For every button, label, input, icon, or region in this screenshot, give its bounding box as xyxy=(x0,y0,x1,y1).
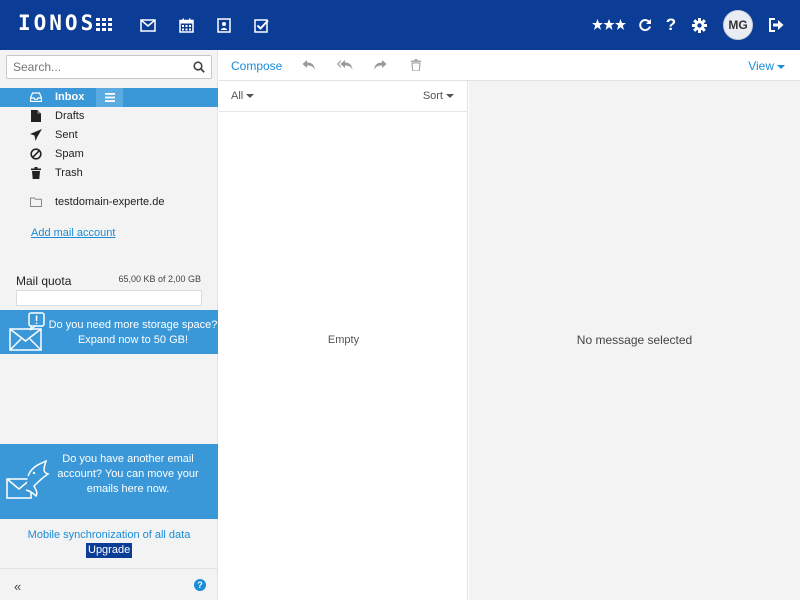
tasks-icon[interactable] xyxy=(251,15,271,35)
view-dropdown-label: View xyxy=(748,59,774,73)
empty-list-message: Empty xyxy=(327,334,360,346)
inbox-icon xyxy=(30,91,42,103)
view-dropdown[interactable]: View xyxy=(748,59,785,73)
folder-label: Sent xyxy=(55,129,78,141)
folder-spam[interactable]: Spam xyxy=(0,145,218,164)
help-circle-icon[interactable]: ? xyxy=(194,579,206,591)
apps-grid-icon[interactable] xyxy=(94,15,114,35)
collapse-sidebar-icon[interactable]: « xyxy=(14,579,21,594)
filter-dropdown[interactable]: All xyxy=(231,90,255,102)
reply-all-icon[interactable] xyxy=(337,59,353,71)
mail-quota-value: 65,00 KB of 2,00 GB xyxy=(118,274,201,284)
no-message-selected-text: No message selected xyxy=(576,333,693,347)
storage-upgrade-banner[interactable]: Do you need more storage space? Expand n… xyxy=(0,310,218,354)
email-move-text: Do you have another email account? You c… xyxy=(57,453,199,495)
mail-toolbar: Compose View xyxy=(219,50,800,81)
delete-icon[interactable] xyxy=(411,59,425,72)
folder-inbox[interactable]: Inbox xyxy=(0,88,218,107)
top-navigation-bar: IONOS ? MG xyxy=(0,0,800,50)
calendar-icon[interactable] xyxy=(176,15,196,35)
sidebar-footer: « ? xyxy=(0,568,218,600)
folder-menu-button[interactable] xyxy=(96,88,123,107)
mobile-sync-text[interactable]: Mobile synchronization of all data xyxy=(0,529,218,541)
chevron-down-icon xyxy=(777,64,785,69)
folder-label: Inbox xyxy=(55,91,85,103)
stars-icon[interactable] xyxy=(592,15,626,35)
settings-icon[interactable] xyxy=(689,15,709,35)
sort-dropdown[interactable]: Sort xyxy=(423,90,454,102)
reading-pane: No message selected xyxy=(469,81,800,600)
message-list-pane: All Sort Empty xyxy=(219,81,468,600)
storage-upgrade-text: Do you need more storage space? Expand n… xyxy=(48,319,218,346)
mail-icon[interactable] xyxy=(138,15,158,35)
ionos-logo[interactable]: IONOS xyxy=(18,11,96,35)
folder-drafts[interactable]: Drafts xyxy=(0,107,218,126)
bird-envelope-icon xyxy=(6,459,50,503)
sort-dropdown-label: Sort xyxy=(422,90,443,102)
trash-icon xyxy=(30,167,42,179)
folder-icon xyxy=(30,196,42,208)
logout-icon[interactable] xyxy=(766,15,786,35)
search-input[interactable] xyxy=(7,56,187,78)
account-folder-label: testdomain-experte.de xyxy=(55,196,165,208)
folder-label: Spam xyxy=(55,148,84,160)
mail-quota-label: Mail quota xyxy=(16,274,72,288)
folder-label: Drafts xyxy=(55,110,85,122)
refresh-icon[interactable] xyxy=(635,15,655,35)
draft-icon xyxy=(30,110,42,122)
spam-icon xyxy=(30,148,42,160)
reply-icon[interactable] xyxy=(302,59,316,71)
quota-progress-bar xyxy=(16,290,202,306)
user-avatar[interactable]: MG xyxy=(723,10,753,40)
message-list-header: All Sort xyxy=(219,81,468,112)
help-icon[interactable]: ? xyxy=(661,15,681,35)
search-icon[interactable] xyxy=(193,61,205,76)
sent-icon xyxy=(30,129,42,141)
email-move-banner[interactable]: Do you have another email account? You c… xyxy=(0,444,218,519)
forward-icon[interactable] xyxy=(373,59,387,71)
search-box xyxy=(6,55,212,79)
chevron-down-icon xyxy=(446,94,454,99)
add-mail-account-link[interactable]: Add mail account xyxy=(31,227,115,239)
folder-trash[interactable]: Trash xyxy=(0,164,218,183)
chevron-down-icon xyxy=(246,94,255,99)
compose-button[interactable]: Compose xyxy=(231,59,282,73)
folder-sidebar: Inbox Drafts Sent Spam Trash testdomain-… xyxy=(0,50,218,600)
mail-alert-icon xyxy=(9,312,47,355)
folder-label: Trash xyxy=(55,167,83,179)
contacts-icon[interactable] xyxy=(214,15,234,35)
folder-sent[interactable]: Sent xyxy=(0,126,218,145)
filter-dropdown-label: All xyxy=(231,90,244,102)
upgrade-button[interactable]: Upgrade xyxy=(86,543,133,558)
account-folder[interactable]: testdomain-experte.de xyxy=(0,193,218,212)
